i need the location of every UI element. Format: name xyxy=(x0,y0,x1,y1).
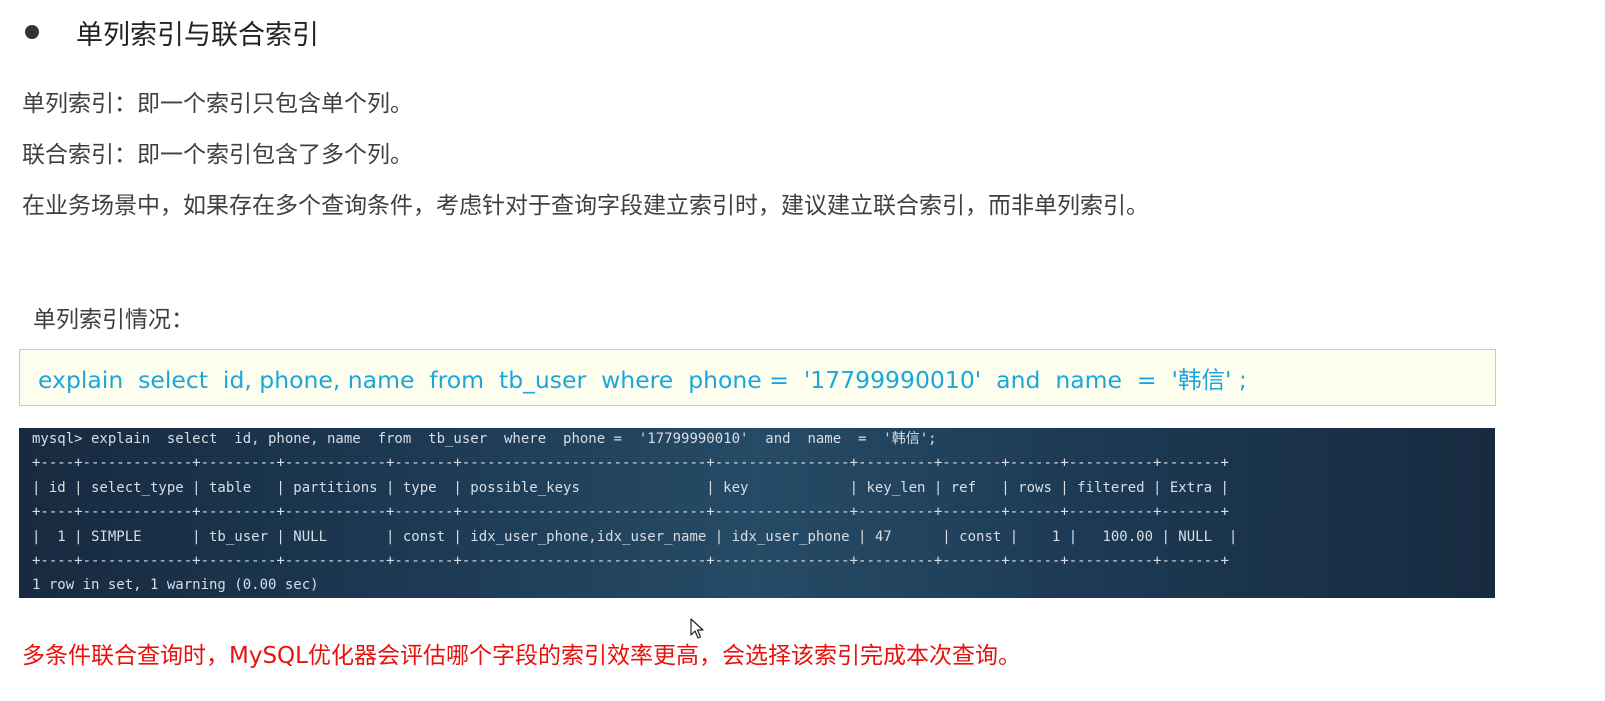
sql-code-box: explain select id, phone, name from tb_u… xyxy=(19,349,1496,406)
table-separator: +----+-------------+---------+----------… xyxy=(32,553,1229,569)
terminal-footer: 1 row in set, 1 warning (0.00 sec) xyxy=(32,577,319,593)
table-separator: +----+-------------+---------+----------… xyxy=(32,455,1229,471)
table-separator: +----+-------------+---------+----------… xyxy=(32,504,1229,520)
single-index-subheading: 单列索引情况： xyxy=(33,307,194,333)
single-column-index-definition: 单列索引：即一个索引只包含单个列。 xyxy=(22,91,413,117)
terminal-output: mysql> explain select id, phone, name fr… xyxy=(19,428,1495,598)
index-advice-text: 在业务场景中，如果存在多个查询条件，考虑针对于查询字段建立索引时，建议建立联合索… xyxy=(22,193,1149,219)
section-heading: 单列索引与联合索引 xyxy=(22,10,319,54)
bullet-dot-icon xyxy=(25,25,39,39)
terminal-command: mysql> explain select id, phone, name fr… xyxy=(32,431,937,447)
section-title: 单列索引与联合索引 xyxy=(76,19,319,51)
mouse-pointer-icon xyxy=(690,618,704,644)
composite-index-definition: 联合索引：即一个索引包含了多个列。 xyxy=(22,142,413,168)
result-table-header: | id | select_type | table | partitions … xyxy=(32,480,1229,496)
result-table-row: | 1 | SIMPLE | tb_user | NULL | const | … xyxy=(32,529,1238,545)
optimizer-note: 多条件联合查询时，MySQL优化器会评估哪个字段的索引效率更高，会选择该索引完成… xyxy=(22,643,1021,669)
sql-statement: explain select id, phone, name from tb_u… xyxy=(38,365,1247,394)
